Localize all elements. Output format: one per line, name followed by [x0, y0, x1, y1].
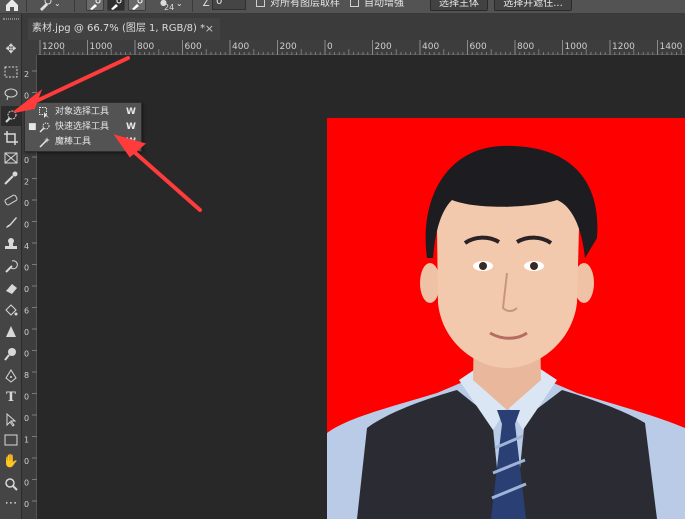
annotation-arrow-head	[113, 134, 147, 158]
photoshop-window: ⌄ ● 24 ⌄ ∠ 0° 对所有图层取样 自动增强 选择主体 选择并遮住...…	[0, 0, 685, 519]
annotation-arrow-shaft	[28, 56, 130, 106]
annotation-arrow-shaft	[130, 148, 202, 212]
annotation-arrows	[13, 56, 202, 212]
annotation-arrow-head	[13, 89, 43, 113]
